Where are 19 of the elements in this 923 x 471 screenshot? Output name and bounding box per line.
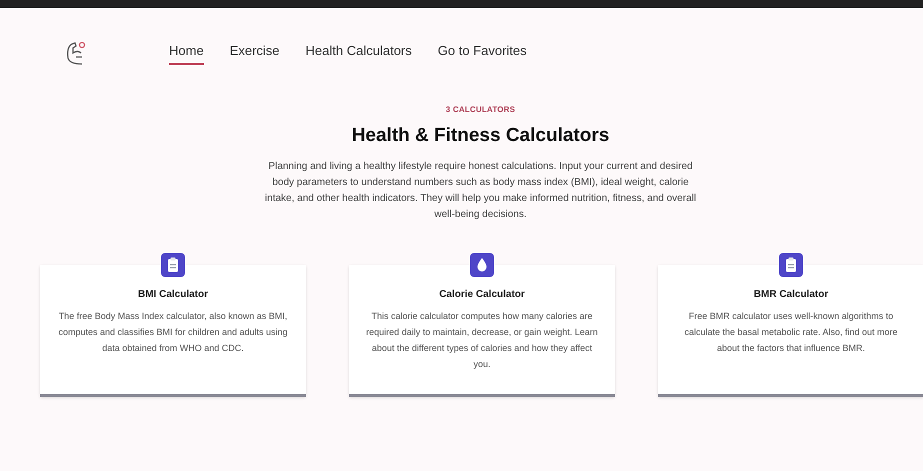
card-title: Calorie Calculator <box>439 288 525 302</box>
eyebrow-label: 3 CALCULATORS <box>446 104 516 116</box>
nav-link[interactable]: Go to Favorites <box>438 41 527 65</box>
page-title: Health & Fitness Calculators <box>352 124 610 148</box>
card-description: The free Body Mass Index calculator, also known as BMI, computes and classifies BMI for children and adults using data obtained from WHO and CDC. <box>57 310 289 354</box>
card-description: Free BMR calculator uses well-known algorithms to calculate the basal metabolic rate. Also, find out more about the factors that influence BMR. <box>683 310 899 354</box>
intro-paragraph: Planning and living a healthy lifestyle require honest calculations. Input your current and desired body parameters to understand numbers such as body mass index (BMI), ideal weight, calorie intake, and other health indicators. They will help you make informed nutrition, fitness, and overall well-being decisions. <box>264 160 698 222</box>
calculator-card[interactable]: Calorie Calculator This calorie calculator computes how many calories are required daily to maintain, decrease, or gain weight. Learn about the different types of calories and how they affect you. <box>349 264 615 396</box>
card-description: This calorie calculator computes how many calories are required daily to maintain, decrease, or gain weight. Learn about the different types of calories and how they affect you. <box>365 310 599 371</box>
clipboard-icon <box>779 252 803 276</box>
clipboard-icon <box>161 252 185 276</box>
nav-link[interactable]: Exercise <box>230 41 280 65</box>
card-title: BMI Calculator <box>138 288 208 302</box>
nav-link[interactable]: Health Calculators <box>306 41 412 65</box>
drop-icon <box>470 252 494 276</box>
card-title: BMR Calculator <box>754 288 828 302</box>
calculator-card[interactable]: BMI Calculator The free Body Mass Index calculator, also known as BMI, computes and classifies BMI for children and adults using data obtained from WHO and CDC. <box>40 264 306 396</box>
nav-link[interactable]: Home <box>169 41 204 65</box>
calculator-card[interactable]: BMR Calculator Free BMR calculator uses well-known algorithms to calculate the basal metabolic rate. Also, find out more about the factors that influence BMR. <box>658 264 923 396</box>
